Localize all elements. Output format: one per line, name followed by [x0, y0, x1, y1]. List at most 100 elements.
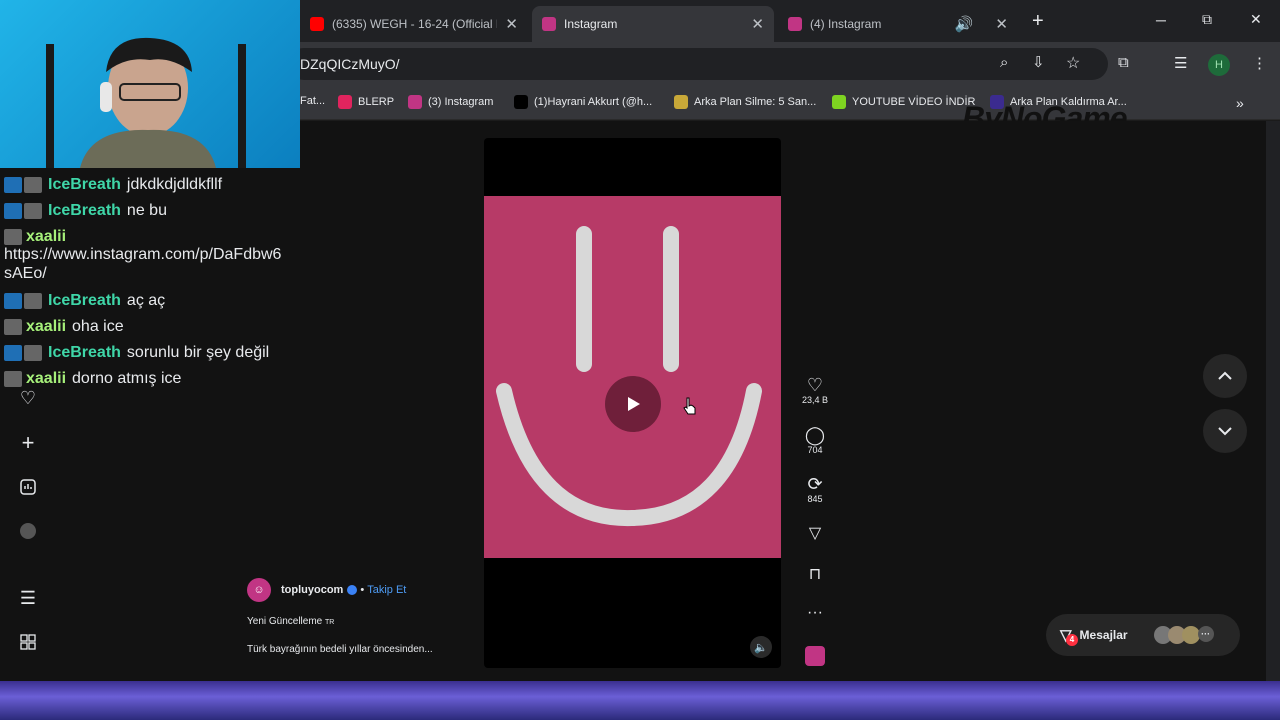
caption-line-2[interactable]: Türk bayrağının bedeli yıllar öncesinden…	[247, 644, 433, 655]
save-button[interactable]: ⊓	[798, 566, 832, 584]
bookmark-item[interactable]: Arka Plan Silme: 5 San...	[674, 95, 816, 109]
omnibox[interactable]: DZqQICzMuyO/ ⌕ ⇩ ☆	[288, 48, 1108, 80]
menu-icon[interactable]: ⋮	[1252, 54, 1267, 72]
repost-icon: ⟳	[807, 474, 823, 494]
url-text[interactable]: DZqQICzMuyO/	[300, 56, 400, 72]
chat-message: IceBreath sorunlu bir şey değil	[4, 344, 269, 362]
bookmark-item[interactable]: (1)Hayrani Akkurt (@h...	[514, 95, 652, 109]
create-icon[interactable]: +	[17, 430, 39, 455]
close-tab-icon[interactable]: ✕	[995, 15, 1008, 33]
tab-youtube[interactable]: (6335) WEGH - 16-24 (Official Mu ✕	[300, 6, 528, 42]
volume-icon[interactable]: 🔈	[750, 636, 772, 658]
ellipsis-icon: ···	[807, 604, 823, 621]
zoom-icon[interactable]: ⌕	[1000, 54, 1008, 71]
audio-avatar-icon	[805, 646, 825, 666]
subscriber-badge-icon	[4, 293, 22, 309]
speaker-icon[interactable]: 🔊	[955, 15, 974, 33]
bookmark-icon: ⊓	[808, 566, 822, 583]
tab-instagram-2[interactable]: (4) Instagram 🔊 ✕	[778, 6, 1018, 42]
new-tab-button[interactable]: +	[1032, 10, 1044, 33]
previous-reel-button[interactable]	[1203, 354, 1247, 398]
chevron-down-icon	[1218, 427, 1232, 436]
chat-message: IceBreath ne bu	[4, 202, 167, 220]
profile-icon[interactable]	[17, 520, 39, 542]
smiley-icon: ☺	[253, 584, 265, 596]
webcam-overlay	[0, 0, 300, 168]
tab-title: (4) Instagram	[810, 17, 882, 31]
messenger-icon: ▽ 4	[1060, 626, 1078, 646]
messages-badge: 4	[1066, 634, 1078, 646]
more-options-button[interactable]: ···	[798, 604, 832, 622]
like-button[interactable]: ♡ 23,4 B	[798, 376, 832, 405]
install-icon[interactable]: ⇩	[1032, 53, 1045, 71]
instagram-icon	[542, 17, 556, 31]
caption-line-1: Yeni Güncelleme TR	[247, 616, 335, 627]
profile-avatar[interactable]: H	[1208, 54, 1230, 76]
stream-footer-background	[0, 681, 1280, 720]
tab-instagram-active[interactable]: Instagram ✕	[532, 6, 774, 42]
comment-icon: ◯	[804, 425, 826, 445]
close-window-button[interactable]: ✕	[1250, 11, 1262, 28]
chevron-up-icon	[1218, 371, 1232, 380]
minimize-button[interactable]: ─	[1156, 12, 1166, 28]
dashboard-icon[interactable]	[17, 476, 39, 498]
reel-video[interactable]: 🔈	[484, 138, 781, 668]
chat-message-link: https://www.instagram.com/p/DaFdbw6	[4, 246, 282, 263]
user-badge-icon	[4, 371, 22, 387]
close-tab-icon[interactable]: ✕	[751, 15, 764, 33]
user-badge-icon	[24, 345, 42, 361]
messages-label: Mesajlar	[1079, 628, 1128, 642]
media-control-icon[interactable]: ☰	[1174, 54, 1187, 72]
scrollbar[interactable]	[1266, 121, 1280, 681]
post-owner: ☺ topluyocom • Takip Et	[247, 578, 406, 602]
comment-count: 704	[807, 445, 823, 455]
user-badge-icon	[4, 319, 22, 335]
play-icon	[628, 397, 640, 411]
user-badge-icon	[4, 229, 22, 245]
tab-title: (6335) WEGH - 16-24 (Official Mu	[332, 17, 498, 31]
blerp-icon	[338, 95, 352, 109]
user-badge-icon	[24, 177, 42, 193]
tiktok-icon	[514, 95, 528, 109]
repost-button[interactable]: ⟳ 845	[798, 475, 832, 504]
more-bookmarks-icon[interactable]: »	[1236, 95, 1244, 111]
bookmark-star-icon[interactable]: ☆	[1066, 53, 1080, 73]
maximize-button[interactable]: ⧉	[1202, 11, 1212, 28]
folder-icon	[674, 95, 688, 109]
chat-message: IceBreath aç aç	[4, 292, 165, 310]
chat-message: xaalii oha ice	[4, 318, 124, 336]
comment-button[interactable]: ◯ 704	[798, 426, 832, 455]
send-icon: ▽	[808, 525, 822, 542]
owner-avatar[interactable]: ☺	[247, 578, 271, 602]
user-badge-icon	[24, 203, 42, 219]
message-avatars: ···	[1153, 626, 1214, 644]
instagram-icon	[408, 95, 422, 109]
youtube-icon	[310, 17, 324, 31]
like-count: 23,4 B	[801, 395, 829, 405]
also-from-meta-icon[interactable]	[17, 631, 39, 653]
play-button[interactable]	[605, 376, 661, 432]
chat-message-link: sAEo/	[4, 265, 47, 282]
bookmark-item[interactable]: Fat...	[300, 95, 325, 107]
stream-chat: IceBreath jdkdkdjdldkfllf IceBreath ne b…	[0, 170, 300, 400]
more-menu-icon[interactable]: ☰	[17, 587, 39, 609]
bookmark-item[interactable]: BLERP	[338, 95, 394, 109]
chat-message: xaalii	[4, 228, 72, 246]
follow-button[interactable]: Takip Et	[367, 584, 406, 596]
tab-title: Instagram	[564, 17, 618, 31]
extensions-icon[interactable]: ⧉	[1118, 54, 1129, 71]
bookmark-item[interactable]: (3) Instagram	[408, 95, 493, 109]
subscriber-badge-icon	[4, 177, 22, 193]
mouse-cursor-icon	[683, 397, 696, 415]
close-tab-icon[interactable]: ✕	[505, 15, 518, 33]
owner-username[interactable]: topluyocom	[281, 584, 343, 596]
messages-button[interactable]: ▽ 4 Mesajlar ···	[1046, 614, 1240, 656]
bookmark-item[interactable]: YOUTUBE VİDEO İNDİR	[832, 95, 975, 109]
share-button[interactable]: ▽	[798, 525, 832, 543]
next-reel-button[interactable]	[1203, 409, 1247, 453]
audio-thumbnail[interactable]	[798, 646, 832, 666]
heart-icon: ♡	[806, 375, 824, 395]
repost-count: 845	[807, 494, 823, 504]
chat-message: xaalii dorno atmış ice	[4, 370, 181, 388]
streamer-silhouette	[46, 37, 246, 168]
